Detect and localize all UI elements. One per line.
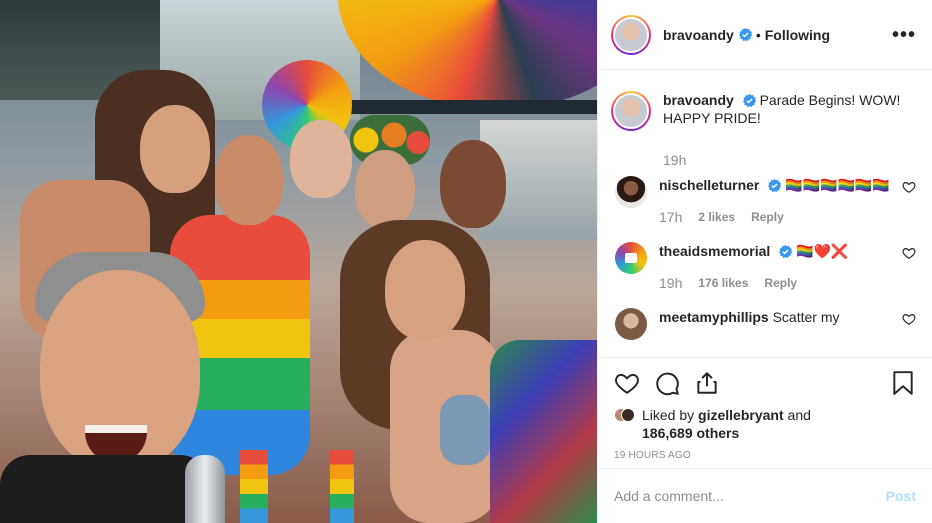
comments-list[interactable]: bravoandy Parade Begins! WOW! HAPPY PRID… (598, 71, 932, 357)
verified-badge-icon (768, 179, 782, 192)
commenter-avatar[interactable] (615, 176, 647, 208)
rainbow-umbrella (338, 0, 597, 110)
following-button[interactable]: Following (765, 27, 830, 43)
likes-count[interactable]: 186,689 others (642, 425, 739, 441)
caption-time[interactable]: 19h (663, 151, 686, 169)
post-photo[interactable] (0, 0, 597, 523)
person-face (290, 120, 352, 198)
heart-icon[interactable] (902, 246, 916, 260)
comment-icon[interactable] (654, 370, 680, 396)
umbrella-rim (338, 100, 597, 114)
comment-username[interactable]: theaidsmemorial (659, 243, 770, 259)
liked-by-connector: and (787, 407, 811, 423)
commenter-avatar[interactable] (615, 242, 647, 274)
post-sidebar: bravoandy • Following ••• bravoandy Para… (597, 0, 932, 523)
comment-username[interactable]: meetamyphillips (659, 309, 769, 325)
post-header: bravoandy • Following ••• (598, 0, 932, 70)
verified-badge-icon (742, 94, 756, 107)
heart-icon[interactable] (614, 370, 640, 396)
heart-icon[interactable] (902, 312, 916, 326)
commenter-avatar[interactable] (615, 308, 647, 340)
liked-by-prefix: Liked by (642, 407, 695, 423)
caption: bravoandy Parade Begins! WOW! HAPPY PRID… (611, 91, 916, 169)
verified-badge-icon (779, 245, 793, 258)
more-options-icon[interactable]: ••• (892, 25, 916, 45)
comment-item: nischelleturner 🏳️‍🌈🏳️‍🌈🏳️‍🌈🏳️‍🌈🏳️‍🌈🏳️‍🌈… (611, 176, 916, 226)
heart-icon[interactable] (902, 180, 916, 194)
rainbow-sock (330, 450, 354, 523)
reply-button[interactable]: Reply (751, 208, 784, 226)
instagram-post: bravoandy • Following ••• bravoandy Para… (0, 0, 932, 523)
author-avatar[interactable] (611, 14, 651, 55)
share-icon[interactable] (694, 370, 720, 396)
post-button[interactable]: Post (886, 488, 916, 504)
comment-composer: Post (598, 468, 932, 523)
comment-text: Scatter my (772, 309, 840, 325)
verified-badge-icon (738, 28, 752, 41)
sequin-outfit (490, 340, 597, 523)
comment-username[interactable]: nischelleturner (659, 177, 759, 193)
comment-time[interactable]: 19h (659, 274, 682, 292)
person-face (385, 240, 465, 340)
reply-button[interactable]: Reply (764, 274, 797, 292)
post-actions: Liked by gizellebryant and 186,689 other… (598, 357, 932, 465)
person-face (355, 150, 415, 228)
person-face (140, 105, 210, 193)
author-username[interactable]: bravoandy (663, 27, 734, 43)
comment-text: 🏳️‍🌈❤️❌ (796, 243, 849, 259)
likes-summary: Liked by gizellebryant and 186,689 other… (614, 406, 916, 442)
comment-time[interactable]: 17h (659, 208, 682, 226)
comment-likes[interactable]: 176 likes (698, 274, 748, 292)
black-shirt (0, 455, 210, 523)
comment-item: theaidsmemorial 🏳️‍🌈❤️❌ 19h 176 likes Re… (611, 242, 916, 292)
bottle (185, 455, 225, 523)
sequin-top (440, 395, 490, 465)
person-face (440, 140, 506, 228)
comment-text: 🏳️‍🌈🏳️‍🌈🏳️‍🌈🏳️‍🌈🏳️‍🌈🏳️‍🌈 (785, 177, 890, 193)
comment-item: meetamyphillips Scatter my (611, 308, 916, 340)
rainbow-sock (240, 450, 268, 523)
comment-input[interactable] (614, 488, 886, 504)
bookmark-icon[interactable] (890, 370, 916, 396)
post-timestamp[interactable]: 19 HOURS AGO (614, 450, 916, 461)
comment-likes[interactable]: 2 likes (698, 208, 735, 226)
caption-avatar[interactable] (611, 91, 651, 131)
caption-username[interactable]: bravoandy (663, 92, 734, 108)
person-face (215, 135, 283, 225)
liker-avatars (614, 406, 636, 424)
liker-username[interactable]: gizellebryant (698, 407, 784, 423)
separator-dot: • (755, 26, 761, 43)
